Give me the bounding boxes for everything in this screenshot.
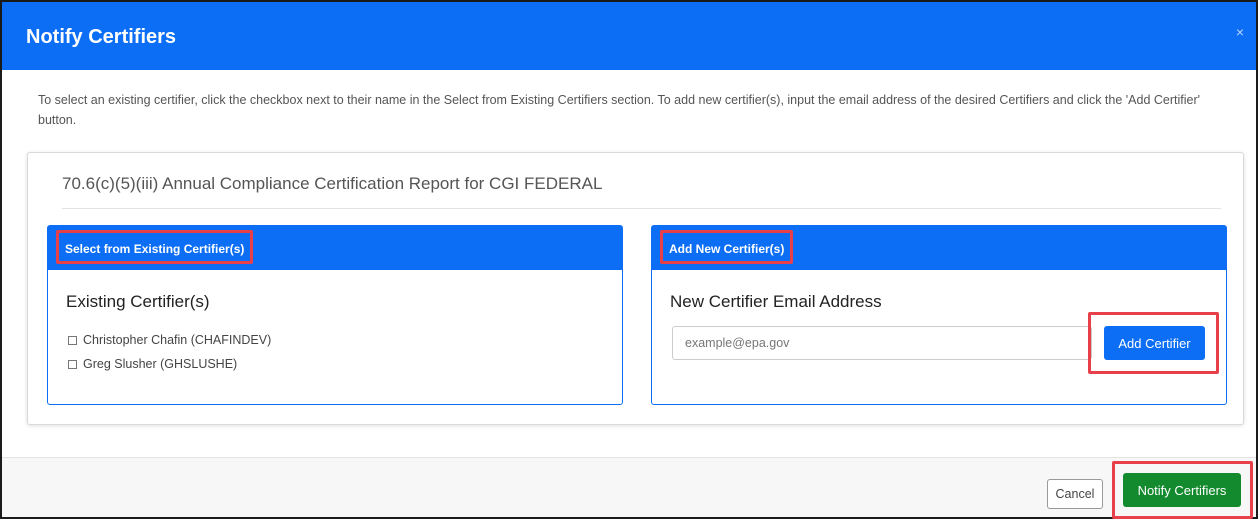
existing-panel-title: Select from Existing Certifier(s) [56, 230, 254, 264]
existing-panel-header: Select from Existing Certifier(s) [48, 226, 622, 270]
new-certifier-email-heading: New Certifier Email Address [670, 292, 882, 311]
notify-certifiers-highlight: Notify Certifiers [1112, 461, 1253, 519]
close-icon[interactable]: × [1236, 24, 1244, 40]
certifier-label: Greg Slusher (GHSLUSHE) [83, 357, 238, 371]
new-panel-title: Add New Certifier(s) [660, 230, 794, 264]
certifier-checkbox[interactable] [68, 335, 77, 345]
notify-certifiers-button[interactable]: Notify Certifiers [1123, 473, 1241, 507]
cancel-button[interactable]: Cancel [1047, 479, 1103, 509]
certifier-option[interactable]: Greg Slusher (GHSLUSHE) [68, 352, 271, 376]
certifier-checkbox[interactable] [68, 359, 77, 369]
certifier-option[interactable]: Christopher Chafin (CHAFINDEV) [68, 328, 271, 352]
certifier-label: Christopher Chafin (CHAFINDEV) [83, 333, 272, 347]
new-panel-header: Add New Certifier(s) [652, 226, 1226, 270]
instructions-text: To select an existing certifier, click t… [38, 93, 1201, 127]
add-certifier-button[interactable]: Add Certifier [1104, 326, 1205, 360]
existing-certifiers-panel: Select from Existing Certifier(s) Existi… [47, 225, 623, 405]
add-certifier-highlight: Add Certifier [1088, 312, 1219, 374]
dialog-title: Notify Certifiers [26, 26, 177, 48]
notify-certifiers-dialog: Notify Certifiers × To select an existin… [0, 0, 1258, 519]
dialog-footer: Cancel Notify Certifiers [2, 458, 1256, 519]
new-certifier-panel: Add New Certifier(s) New Certifier Email… [651, 225, 1227, 405]
dialog-header: Notify Certifiers × [2, 2, 1256, 70]
card-divider [62, 208, 1221, 209]
existing-certifiers-heading: Existing Certifier(s) [66, 292, 210, 311]
certifier-email-input[interactable] [672, 326, 1092, 360]
certifier-list: Christopher Chafin (CHAFINDEV) Greg Slus… [68, 328, 271, 376]
report-title: 70.6(c)(5)(iii) Annual Compliance Certif… [62, 174, 603, 193]
report-card: 70.6(c)(5)(iii) Annual Compliance Certif… [27, 152, 1244, 425]
